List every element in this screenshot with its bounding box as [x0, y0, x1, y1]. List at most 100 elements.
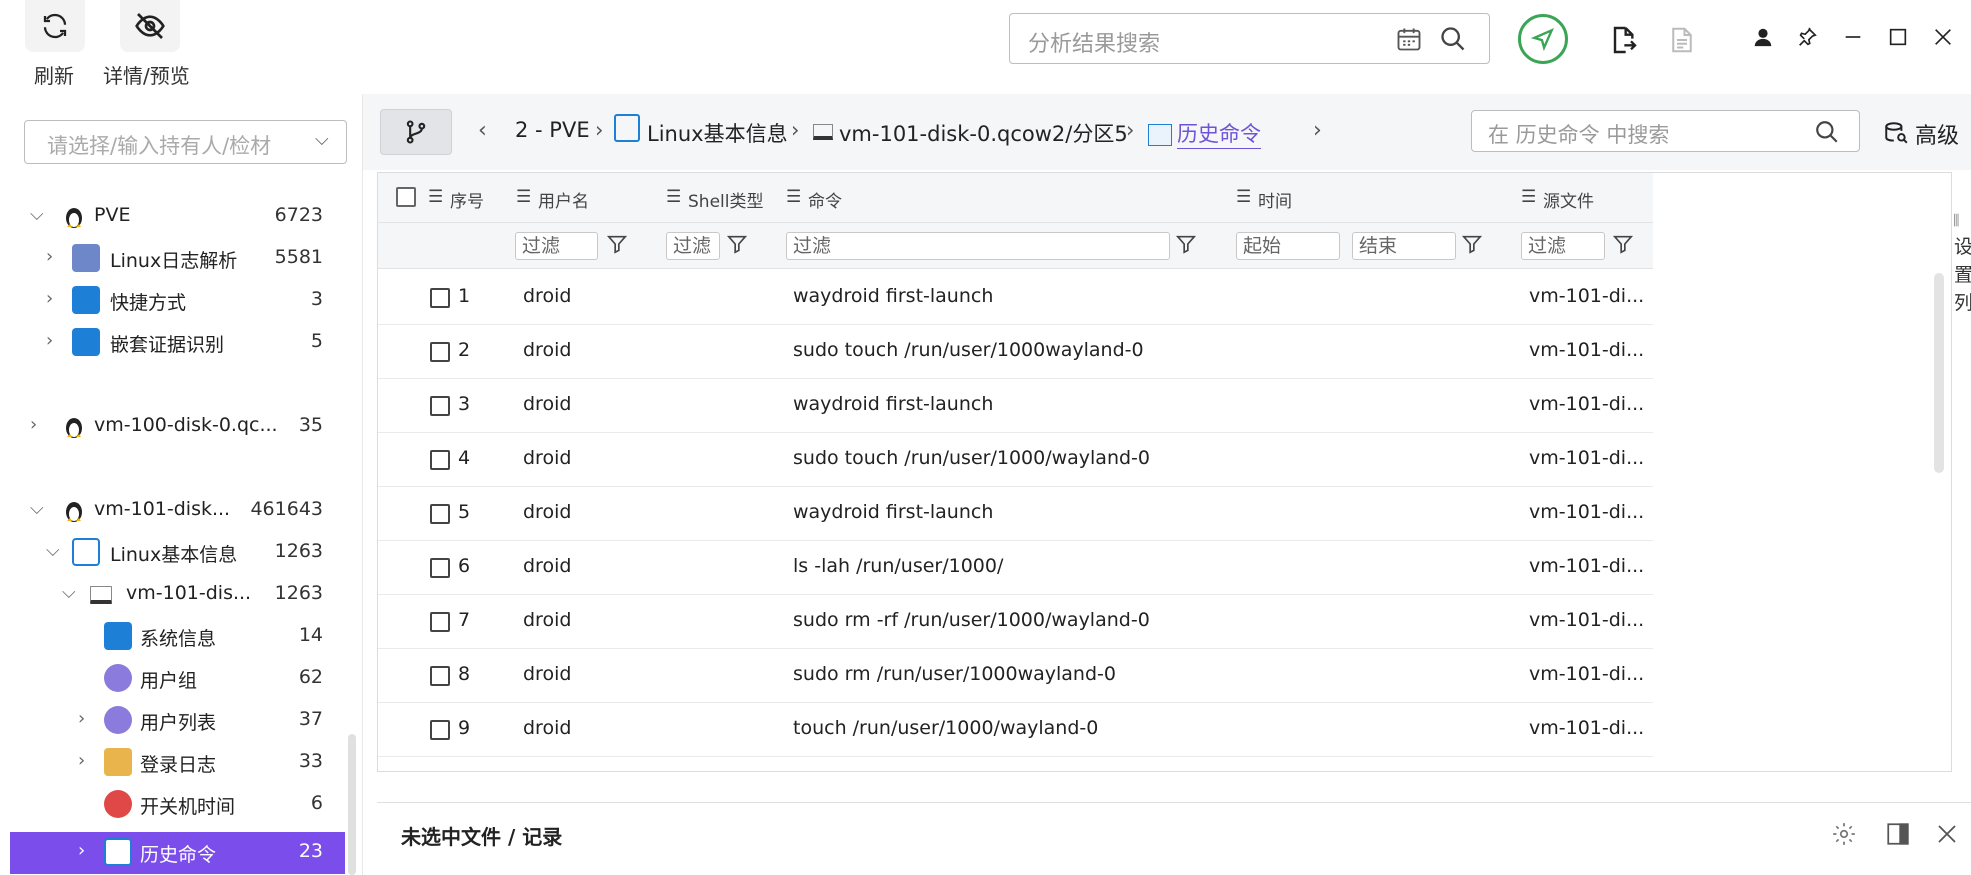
column-menu-icon[interactable]: ☰: [1521, 187, 1536, 207]
export-file-icon[interactable]: [1605, 20, 1641, 60]
tree-item-system-info[interactable]: 系统信息 14: [10, 616, 345, 656]
filter-icon[interactable]: [606, 233, 628, 255]
column-header-shell-type[interactable]: Shell类型: [688, 187, 763, 212]
table-row[interactable]: 2 droid sudo touch /run/user/1000wayland-0…: [378, 325, 1653, 379]
user-icon[interactable]: [1748, 22, 1778, 52]
time-start-input[interactable]: 起始: [1236, 232, 1340, 260]
tree-item-history-command[interactable]: › 历史命令 23: [10, 832, 345, 874]
pin-icon[interactable]: [1792, 22, 1822, 52]
column-settings-label[interactable]: 设置列: [1954, 233, 1971, 323]
tree-item-login-log[interactable]: › 登录日志 33: [10, 742, 345, 782]
row-checkbox[interactable]: [430, 450, 450, 470]
navigation-icon[interactable]: [1518, 14, 1568, 64]
row-checkbox[interactable]: [430, 396, 450, 416]
close-icon[interactable]: [1928, 22, 1958, 52]
username-filter-input[interactable]: 过滤: [515, 232, 598, 260]
close-panel-icon[interactable]: [1932, 819, 1962, 849]
split-panel-icon[interactable]: [1883, 819, 1913, 849]
chevron-right-icon[interactable]: ›: [78, 750, 85, 771]
column-menu-icon[interactable]: ☰: [1236, 187, 1251, 207]
select-all-checkbox[interactable]: [396, 187, 416, 207]
minimize-icon[interactable]: [1838, 22, 1868, 52]
table-scrollbar[interactable]: [1934, 273, 1944, 473]
column-header-time[interactable]: 时间: [1258, 187, 1292, 212]
tree-item-linux-log[interactable]: › Linux日志解析 5581: [10, 238, 345, 278]
chevron-down-icon[interactable]: ⌵: [46, 540, 60, 561]
breadcrumb-forward-icon[interactable]: ›: [1313, 118, 1322, 143]
row-checkbox[interactable]: [430, 288, 450, 308]
chevron-right-icon[interactable]: ›: [46, 330, 53, 351]
chevron-down-icon[interactable]: ⌵: [30, 204, 44, 225]
row-checkbox[interactable]: [430, 666, 450, 686]
breadcrumb-item-linux-basic[interactable]: Linux基本信息: [647, 118, 788, 148]
filter-icon[interactable]: [1461, 233, 1483, 255]
tree-item-power-time[interactable]: 开关机时间 6: [10, 784, 345, 824]
table-row[interactable]: 4 droid sudo touch /run/user/1000/wayland-…: [378, 433, 1653, 487]
row-checkbox[interactable]: [430, 720, 450, 740]
breadcrumb-back-icon[interactable]: ‹: [478, 118, 487, 143]
breadcrumb-item-partition[interactable]: vm-101-disk-0.qcow2/分区5: [839, 118, 1128, 148]
row-checkbox[interactable]: [430, 558, 450, 578]
filter-icon[interactable]: [726, 233, 748, 255]
tree-item-linux-basic[interactable]: ⌵ Linux基本信息 1263: [10, 532, 345, 572]
table-row[interactable]: 3 droid waydroid first-launch vm-101-di...: [378, 379, 1653, 433]
tree-item-vm101[interactable]: ⌵ vm-101-disk... 461643: [10, 490, 345, 530]
tree-scrollbar[interactable]: [348, 734, 356, 875]
details-preview-button[interactable]: [120, 0, 180, 52]
column-menu-icon[interactable]: ☰: [786, 187, 801, 207]
search-icon[interactable]: [1812, 117, 1842, 147]
table-row[interactable]: 9 droid touch /run/user/1000/wayland-0 vm-1…: [378, 703, 1653, 757]
tree-item-shortcut[interactable]: › 快捷方式 3: [10, 280, 345, 320]
refresh-button[interactable]: [25, 0, 85, 52]
calendar-icon[interactable]: [1394, 24, 1424, 54]
column-menu-icon[interactable]: ☰: [666, 187, 681, 207]
command-filter-input[interactable]: 过滤: [786, 232, 1170, 260]
advanced-button[interactable]: 高级: [1915, 118, 1959, 150]
gear-icon[interactable]: [1829, 819, 1859, 849]
chevron-down-icon[interactable]: ⌵: [62, 582, 76, 603]
column-header-id[interactable]: 序号: [450, 187, 484, 212]
tree-item-user-list[interactable]: › 用户列表 37: [10, 700, 345, 740]
search-icon[interactable]: [1438, 24, 1468, 54]
filter-icon[interactable]: [1612, 233, 1634, 255]
branch-toggle-button[interactable]: [380, 109, 452, 155]
owner-select[interactable]: 请选择/输入持有人/检材 ⌵: [24, 120, 347, 164]
chevron-down-icon[interactable]: ⌵: [30, 498, 44, 519]
chevron-right-icon[interactable]: ›: [30, 414, 37, 435]
column-header-source-file[interactable]: 源文件: [1543, 187, 1594, 212]
report-file-icon[interactable]: [1664, 20, 1700, 60]
table-row[interactable]: 6 droid ls -lah /run/user/1000/vm-101-di..…: [378, 541, 1653, 595]
analysis-search-input[interactable]: 分析结果搜索: [1009, 13, 1490, 64]
tree-item-nested-evidence[interactable]: › 嵌套证据识别 5: [10, 322, 345, 362]
tree-item-user-group[interactable]: 用户组 62: [10, 658, 345, 698]
breadcrumb-item-pve[interactable]: 2 - PVE: [515, 118, 590, 142]
table-row[interactable]: 7 droid sudo rm -rf /run/user/1000/wayland…: [378, 595, 1653, 649]
time-end-input[interactable]: 结束: [1352, 232, 1456, 260]
column-header-command[interactable]: 命令: [808, 187, 842, 212]
row-checkbox[interactable]: [430, 612, 450, 632]
row-checkbox[interactable]: [430, 504, 450, 524]
tree-count: 1263: [274, 540, 323, 562]
filter-icon[interactable]: [1175, 233, 1197, 255]
chevron-right-icon[interactable]: ›: [78, 840, 85, 861]
advanced-search-icon[interactable]: [1881, 118, 1911, 148]
shell-filter-input[interactable]: 过滤: [666, 232, 720, 260]
row-checkbox[interactable]: [430, 342, 450, 362]
tree-item-pve[interactable]: ⌵ PVE 6723: [10, 196, 345, 236]
column-menu-icon[interactable]: ☰: [428, 187, 443, 207]
tree-item-vm100[interactable]: › vm-100-disk-0.qc... 35: [10, 406, 345, 446]
tree-item-vm101-partition[interactable]: ⌵ vm-101-dis... 1263: [10, 574, 345, 614]
history-search-input[interactable]: 在 历史命令 中搜索: [1471, 110, 1860, 152]
chevron-right-icon[interactable]: ›: [46, 246, 53, 267]
column-settings-icon[interactable]: ⫼: [1953, 213, 1959, 229]
column-header-username[interactable]: 用户名: [538, 187, 589, 212]
table-row[interactable]: 8 droid sudo rm /run/user/1000wayland-0 vm-…: [378, 649, 1653, 703]
chevron-right-icon[interactable]: ›: [78, 708, 85, 729]
breadcrumb-item-history[interactable]: 历史命令: [1177, 118, 1261, 149]
column-menu-icon[interactable]: ☰: [516, 187, 531, 207]
table-row[interactable]: 5 droid waydroid first-launch vm-101-di...: [378, 487, 1653, 541]
maximize-icon[interactable]: [1883, 22, 1913, 52]
table-row[interactable]: 1 droid waydroid first-launch vm-101-di...: [378, 271, 1653, 325]
chevron-right-icon[interactable]: ›: [46, 288, 53, 309]
source-filter-input[interactable]: 过滤: [1521, 232, 1605, 260]
